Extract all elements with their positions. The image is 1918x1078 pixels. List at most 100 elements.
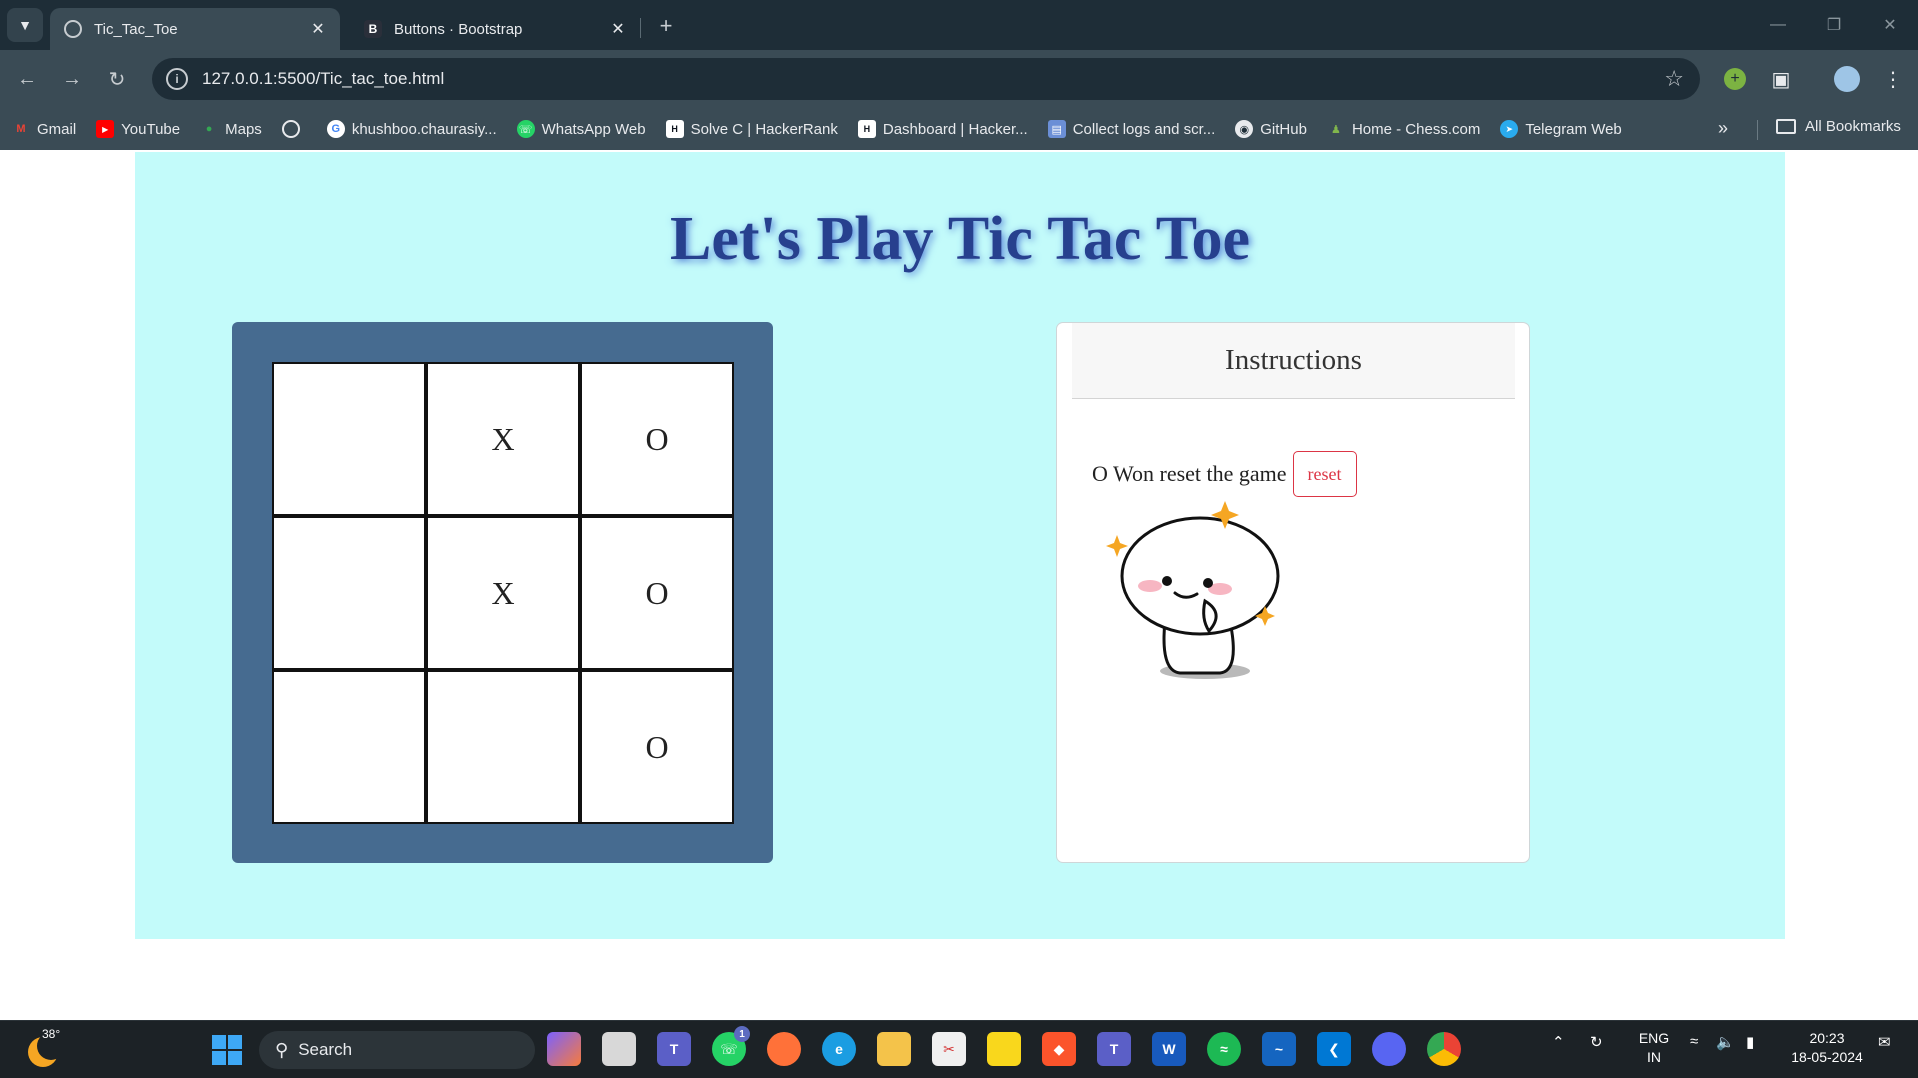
close-window-button[interactable]: ✕ xyxy=(1862,0,1918,50)
maps-icon: ● xyxy=(205,123,213,135)
sync-icon[interactable]: ↻ xyxy=(1590,1033,1603,1051)
bookmark-collect-logs[interactable]: ▤ Collect logs and scr... xyxy=(1047,120,1215,138)
tab-tic-tac-toe[interactable]: Tic_Tac_Toe ✕ xyxy=(50,8,340,50)
folder-icon xyxy=(1776,119,1796,134)
profile-avatar[interactable] xyxy=(1832,64,1862,94)
bookmarks-separator xyxy=(1757,120,1758,140)
notifications-icon[interactable]: ✉ xyxy=(1878,1033,1891,1051)
tab-strip: ▼ Tic_Tac_Toe ✕ B Buttons · Bootstrap ✕ … xyxy=(0,0,1918,50)
search-icon: ⚲ xyxy=(275,1039,289,1060)
back-button[interactable]: ← xyxy=(10,62,44,96)
globe-icon xyxy=(281,120,300,138)
tab-search-button[interactable]: ▼ xyxy=(7,8,43,42)
gmail-icon: M xyxy=(16,123,26,135)
more-bookmarks-icon[interactable]: » xyxy=(1718,118,1728,139)
firefox-icon[interactable] xyxy=(767,1032,801,1066)
site-info-icon[interactable]: i xyxy=(166,68,188,90)
forward-button[interactable]: → xyxy=(55,62,89,96)
bookmark-hackerrank-solve[interactable]: H Solve C | HackerRank xyxy=(665,120,838,138)
chess-icon: ♟ xyxy=(1331,123,1341,136)
browser-toolbar: ← → ↻ i 127.0.0.1:5500/Tic_tac_toe.html … xyxy=(0,50,1918,108)
volume-icon[interactable]: 🔈 xyxy=(1716,1033,1735,1051)
bookmark-telegram[interactable]: ➤ Telegram Web xyxy=(1500,120,1622,138)
instructions-card: Instructions O Won reset the game reset xyxy=(1056,322,1530,863)
file-explorer-icon[interactable] xyxy=(877,1032,911,1066)
board-cell-0-0[interactable] xyxy=(272,362,426,516)
vscode-icon[interactable]: ❮ xyxy=(1317,1032,1351,1066)
extensions-puzzle-icon[interactable]: ▣ xyxy=(1766,64,1796,94)
battery-icon[interactable]: ▮ xyxy=(1746,1033,1754,1051)
bookmark-whatsapp[interactable]: ☏ WhatsApp Web xyxy=(516,120,646,138)
board-cell-1-1[interactable]: X xyxy=(426,516,580,670)
reload-icon: ↻ xyxy=(108,68,126,91)
reload-button[interactable]: ↻ xyxy=(100,62,134,96)
whatsapp-icon: ☏ xyxy=(516,120,535,138)
moon-icon xyxy=(28,1032,65,1067)
tab-title: Buttons · Bootstrap xyxy=(394,20,523,38)
copilot-icon[interactable] xyxy=(547,1032,581,1066)
taskbar-clock[interactable]: 20:23 18-05-2024 xyxy=(1787,1029,1867,1067)
close-tab-icon[interactable]: ✕ xyxy=(306,17,330,41)
bookmark-gmail[interactable]: M Gmail xyxy=(12,120,76,138)
board-frame: X O X O O xyxy=(232,322,773,863)
tic-tac-toe-board: X O X O O xyxy=(272,362,734,824)
bookmark-youtube[interactable]: ▶ YouTube xyxy=(96,120,180,138)
board-cell-2-1[interactable] xyxy=(426,670,580,824)
task-view-icon[interactable] xyxy=(602,1032,636,1066)
address-bar[interactable]: i 127.0.0.1:5500/Tic_tac_toe.html ☆ xyxy=(152,58,1700,100)
windows-taskbar: 38° ⚲ Search T ☏ 1 e ✂ ◆ T W ≈ ~ ❮ ⌃ ↻ EN… xyxy=(0,1020,1918,1078)
bookmark-globe[interactable] xyxy=(281,120,307,138)
instructions-header: Instructions xyxy=(1072,323,1515,399)
chrome-icon[interactable] xyxy=(1427,1032,1461,1066)
tab-title: Tic_Tac_Toe xyxy=(94,20,178,38)
teams-icon[interactable]: T xyxy=(657,1032,691,1066)
sticky-notes-icon[interactable] xyxy=(987,1032,1021,1066)
game-status-row: O Won reset the game reset xyxy=(1092,451,1357,497)
board-cell-2-0[interactable] xyxy=(272,670,426,824)
new-tab-button[interactable]: + xyxy=(652,12,680,40)
thinking-sticker-image xyxy=(1106,501,1280,679)
spotify-icon[interactable]: ≈ xyxy=(1207,1032,1241,1066)
bookmark-github[interactable]: ◉ GitHub xyxy=(1235,120,1307,138)
board-cell-1-0[interactable] xyxy=(272,516,426,670)
teams-work-icon[interactable]: T xyxy=(1097,1032,1131,1066)
restore-button[interactable]: ❐ xyxy=(1806,0,1862,50)
bookmark-maps[interactable]: ● Maps xyxy=(200,120,262,138)
bookmark-chess[interactable]: ♟ Home - Chess.com xyxy=(1327,120,1480,138)
show-hidden-icons-icon[interactable]: ⌃ xyxy=(1552,1033,1565,1051)
close-tab-icon[interactable]: ✕ xyxy=(606,17,630,41)
tab-bootstrap[interactable]: B Buttons · Bootstrap ✕ xyxy=(350,8,640,50)
youtube-icon: ▶ xyxy=(96,120,115,138)
tab-separator xyxy=(640,18,641,38)
wifi-icon[interactable]: ≈ xyxy=(1690,1033,1698,1050)
snipping-tool-icon[interactable]: ✂ xyxy=(932,1032,966,1066)
telegram-icon: ➤ xyxy=(1500,120,1519,138)
game-container: Let's Play Tic Tac Toe X O X O O Instruc… xyxy=(135,152,1785,939)
board-cell-0-2[interactable]: O xyxy=(580,362,734,516)
github-icon: ◉ xyxy=(1235,120,1254,138)
discord-icon[interactable] xyxy=(1372,1032,1406,1066)
bookmark-hackerrank-dashboard[interactable]: H Dashboard | Hacker... xyxy=(857,120,1028,138)
page-title: Let's Play Tic Tac Toe xyxy=(670,205,1250,273)
word-icon[interactable]: W xyxy=(1152,1032,1186,1066)
edge-icon[interactable]: e xyxy=(822,1032,856,1066)
whiteboard-icon[interactable]: ~ xyxy=(1262,1032,1296,1066)
bookmark-google-account[interactable]: Gkhushboo.chaurasiy... xyxy=(326,120,497,138)
page-viewport: Let's Play Tic Tac Toe X O X O O Instruc… xyxy=(0,150,1918,1020)
taskbar-search[interactable]: ⚲ Search xyxy=(259,1031,535,1069)
windows-start-icon[interactable] xyxy=(212,1035,242,1065)
extension-icon[interactable]: + xyxy=(1720,64,1750,94)
board-cell-2-2[interactable]: O xyxy=(580,670,734,824)
menu-kebab-icon[interactable]: ⋮ xyxy=(1878,64,1908,94)
board-cell-0-1[interactable]: X xyxy=(426,362,580,516)
language-indicator[interactable]: ENG IN xyxy=(1634,1029,1674,1067)
bookmark-star-icon[interactable]: ☆ xyxy=(1664,66,1684,92)
hackerrank-icon: H xyxy=(665,120,684,138)
whatsapp-icon[interactable]: ☏ 1 xyxy=(712,1026,750,1066)
brave-icon[interactable]: ◆ xyxy=(1042,1032,1076,1066)
url-text[interactable]: 127.0.0.1:5500/Tic_tac_toe.html xyxy=(202,69,444,89)
minimize-button[interactable]: — xyxy=(1750,0,1806,50)
board-cell-1-2[interactable]: O xyxy=(580,516,734,670)
reset-button[interactable]: reset xyxy=(1292,451,1357,497)
all-bookmarks-button[interactable]: All Bookmarks xyxy=(1776,118,1901,135)
